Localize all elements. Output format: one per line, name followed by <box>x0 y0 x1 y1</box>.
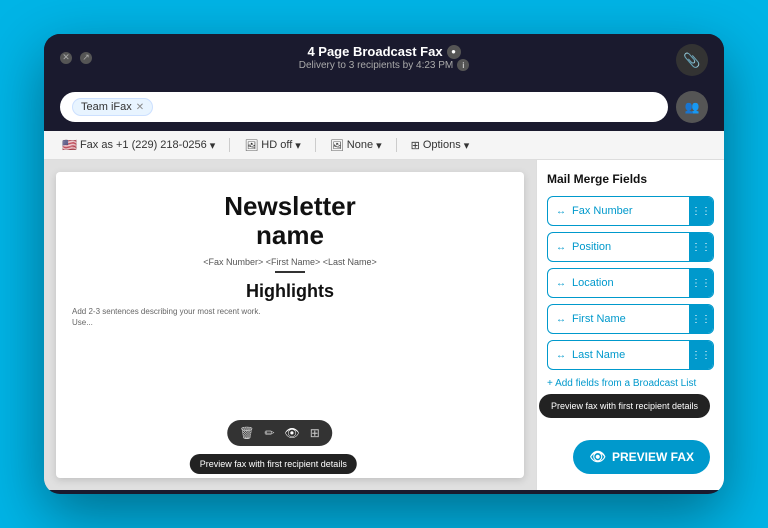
contacts-icon: 👥 <box>685 100 700 114</box>
doc-fields: <Fax Number> <First Name> <Last Name> <box>72 257 508 267</box>
body-line2: Use... <box>72 317 508 328</box>
doc-divider <box>275 271 305 273</box>
contacts-button[interactable]: 👥 <box>676 91 708 123</box>
hd-selector[interactable]: 🖼 HD off ▾ <box>238 137 306 154</box>
title-area: 4 Page Broadcast Fax ● Delivery to 3 rec… <box>60 44 708 71</box>
merge-field-location-label: ↔ Location <box>548 277 689 289</box>
edit-tool-button[interactable]: ✏ <box>264 426 274 440</box>
chevron-down-icon: ▾ <box>210 139 216 152</box>
chevron-down-icon-4: ▾ <box>464 139 470 152</box>
doc-preview: Newsletter name <Fax Number> <First Name… <box>44 160 536 490</box>
grid-tool-button[interactable]: ⊞ <box>310 426 320 440</box>
fax-as-label: Fax as <box>80 139 113 151</box>
fax-title: 4 Page Broadcast Fax ● <box>60 44 708 59</box>
merge-icon-location: ↔ <box>556 278 566 289</box>
newsletter-line1: Newsletter <box>224 191 356 221</box>
doc-tooltip: Preview fax with first recipient details <box>190 454 357 474</box>
merge-field-fax-number-label: ↔ Fax Number <box>548 205 689 217</box>
subtitle-text: Delivery to 3 recipients by 4:23 PM <box>299 60 454 71</box>
newsletter-title: Newsletter name <box>72 192 508 249</box>
add-fields-link[interactable]: + Add fields from a Broadcast List <box>547 378 714 389</box>
newsletter-line2: name <box>256 220 324 250</box>
highlights-title: Highlights <box>72 281 508 302</box>
merge-field-last-name-grip[interactable]: ⋮⋮ <box>689 341 713 369</box>
merge-field-position-grip[interactable]: ⋮⋮ <box>689 233 713 261</box>
merge-icon-firstname: ↔ <box>556 314 566 325</box>
merge-icon-position: ↔ <box>556 242 566 253</box>
toolbar-divider-2 <box>315 138 316 152</box>
preview-fax-label: PREVIEW FAX <box>612 450 694 464</box>
team-tag: Team iFax ✕ <box>72 98 153 116</box>
merge-icon-fax: ↔ <box>556 206 566 217</box>
fax-phone: +1 (229) 218-0256 <box>116 139 207 151</box>
toolbar-divider-1 <box>229 138 230 152</box>
merge-icon-lastname: ↔ <box>556 350 566 361</box>
grid-icon: ⊞ <box>411 139 420 152</box>
top-bar-controls: ✕ ↗ 4 Page Broadcast Fax ● Delivery to 3… <box>60 44 708 71</box>
none-selector[interactable]: 🖼 None ▾ <box>324 137 388 154</box>
merge-field-first-name-label: ↔ First Name <box>548 313 689 325</box>
fax-as-selector[interactable]: 🇺🇸 Fax as +1 (229) 218-0256 ▾ <box>56 136 221 154</box>
merge-field-fax-grip[interactable]: ⋮⋮ <box>689 197 713 225</box>
merge-field-last-name: ↔ Last Name ⋮⋮ <box>547 340 714 370</box>
view-tool-button[interactable]: 👁 <box>285 426 300 440</box>
merge-field-location-grip[interactable]: ⋮⋮ <box>689 269 713 297</box>
team-tag-label: Team iFax <box>81 101 132 113</box>
hd-label: HD off <box>261 139 292 151</box>
merge-field-location: ↔ Location ⋮⋮ <box>547 268 714 298</box>
tag-close-button[interactable]: ✕ <box>136 102 144 113</box>
fax-title-text: 4 Page Broadcast Fax <box>307 44 442 59</box>
toolbar: 🇺🇸 Fax as +1 (229) 218-0256 ▾ 🖼 HD off ▾… <box>44 131 724 160</box>
hd-icon: 🖼 <box>244 139 258 152</box>
merge-field-first-name-grip[interactable]: ⋮⋮ <box>689 305 713 333</box>
delete-tool-button[interactable]: 🗑 <box>239 426 254 440</box>
main-area: Newsletter name <Fax Number> <First Name… <box>44 160 724 490</box>
panel-title: Mail Merge Fields <box>547 172 714 186</box>
fax-subtitle: Delivery to 3 recipients by 4:23 PM i <box>60 59 708 71</box>
recipient-input[interactable]: Team iFax ✕ <box>60 92 668 122</box>
info-icon[interactable]: i <box>457 59 469 71</box>
add-fields-label: + Add fields from a Broadcast List <box>547 378 696 389</box>
merge-field-position: ↔ Position ⋮⋮ <box>547 232 714 262</box>
doc-body-text: Add 2-3 sentences describing your most r… <box>72 306 508 328</box>
options-label: Options <box>423 139 461 151</box>
body-line1: Add 2-3 sentences describing your most r… <box>72 306 508 317</box>
top-bar: ✕ ↗ 4 Page Broadcast Fax ● Delivery to 3… <box>44 34 724 85</box>
none-label: None <box>347 139 373 151</box>
doc-floating-toolbar: 🗑 ✏ 👁 ⊞ <box>227 420 332 446</box>
flag-icon: 🇺🇸 <box>62 138 77 152</box>
preview-eye-icon: 👁 <box>589 449 606 465</box>
attach-button[interactable]: 📎 <box>676 44 708 76</box>
merge-field-first-name: ↔ First Name ⋮⋮ <box>547 304 714 334</box>
merge-field-fax-number: ↔ Fax Number ⋮⋮ <box>547 196 714 226</box>
preview-tooltip: Preview fax with first recipient details <box>539 394 710 418</box>
toolbar-divider-3 <box>396 138 397 152</box>
options-selector[interactable]: ⊞ Options ▾ <box>405 137 476 154</box>
merge-field-position-label: ↔ Position <box>548 241 689 253</box>
merge-field-last-name-label: ↔ Last Name <box>548 349 689 361</box>
recipient-bar: Team iFax ✕ 👥 <box>44 85 724 131</box>
chevron-down-icon-3: ▾ <box>376 139 382 152</box>
chevron-down-icon-2: ▾ <box>295 139 301 152</box>
title-badge: ● <box>447 45 461 59</box>
preview-fax-button[interactable]: 👁 PREVIEW FAX <box>573 440 710 474</box>
app-window: ✕ ↗ 4 Page Broadcast Fax ● Delivery to 3… <box>44 34 724 494</box>
merge-panel: Mail Merge Fields ↔ Fax Number ⋮⋮ ↔ Posi… <box>536 160 724 490</box>
none-icon: 🖼 <box>330 139 344 152</box>
